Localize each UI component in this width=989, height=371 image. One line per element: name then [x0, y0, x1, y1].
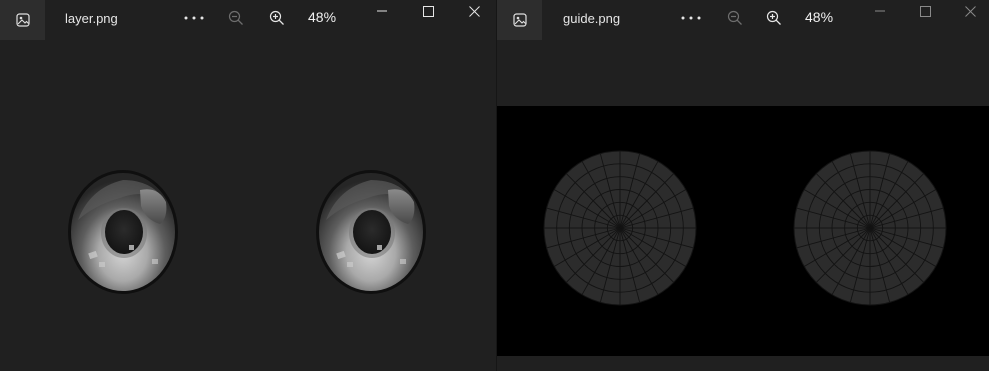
title-bar: layer.png 48% [0, 0, 496, 40]
close-icon[interactable] [947, 0, 989, 22]
more-options-icon[interactable] [677, 6, 705, 30]
image-canvas [497, 106, 989, 356]
photos-app-icon[interactable] [0, 0, 45, 40]
zoom-in-icon[interactable] [263, 6, 291, 30]
layer-image [68, 170, 426, 294]
eye-left [68, 170, 178, 294]
maximize-icon[interactable] [405, 0, 451, 22]
zoom-level: 48% [308, 9, 337, 25]
file-name: layer.png [65, 11, 118, 26]
title-bar: guide.png 48% [497, 0, 989, 40]
maximize-icon[interactable] [902, 0, 948, 22]
zoom-out-icon[interactable] [222, 6, 250, 30]
guide-mesh-right [793, 150, 947, 306]
eye-right [316, 170, 426, 294]
image-viewer-window-guide: guide.png 48% [497, 0, 989, 371]
more-options-icon[interactable] [180, 6, 208, 30]
image-canvas [0, 40, 496, 371]
minimize-icon[interactable] [359, 0, 405, 22]
zoom-out-icon[interactable] [721, 6, 749, 30]
photos-app-icon[interactable] [497, 0, 542, 40]
guide-mesh-left [543, 150, 697, 306]
close-icon[interactable] [451, 0, 496, 22]
image-viewer-window-layer: layer.png 48% [0, 0, 496, 371]
guide-image [543, 150, 947, 306]
zoom-in-icon[interactable] [760, 6, 788, 30]
file-name: guide.png [563, 11, 621, 26]
zoom-level: 48% [805, 9, 834, 25]
minimize-icon[interactable] [857, 0, 903, 22]
